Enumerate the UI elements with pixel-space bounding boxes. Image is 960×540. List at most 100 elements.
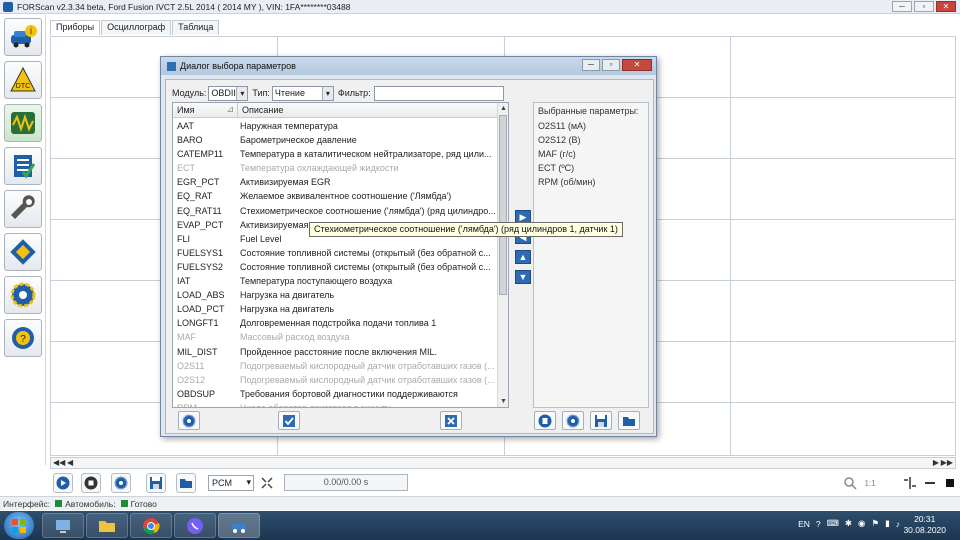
maximize-button[interactable]: ▫ <box>914 1 934 12</box>
tab-table[interactable]: Таблица <box>172 20 220 35</box>
sidebar-item-config[interactable] <box>4 233 42 271</box>
sidebar-item-settings[interactable] <box>4 276 42 314</box>
network-tray-icon[interactable]: ▮ <box>885 518 890 529</box>
parameter-row[interactable]: ECT Температура охлаждающей жидкости <box>173 161 498 175</box>
parameter-row[interactable]: MIL_DIST Пройденное расстояние после вклю… <box>173 345 498 359</box>
clock[interactable]: 20:31 30.08.2020 <box>903 514 946 536</box>
selected-item[interactable]: O2S11 (мА) <box>538 119 644 133</box>
fit-button[interactable] <box>257 473 277 493</box>
move-up-button[interactable]: ▲ <box>515 250 531 264</box>
column-desc-header[interactable]: Описание <box>238 103 287 117</box>
selected-item[interactable]: MAF (г/с) <box>538 147 644 161</box>
sidebar: i DTC ? <box>0 15 46 465</box>
scroll-up-icon[interactable]: ▲ <box>498 103 508 114</box>
dialog-minimize-button[interactable]: ─ <box>582 59 600 71</box>
settings-button[interactable] <box>111 473 131 493</box>
cancel-button[interactable] <box>440 411 462 430</box>
taskbar-forscan[interactable] <box>218 513 260 538</box>
parameter-row[interactable]: EGR_PCT Активизируемая EGR <box>173 175 498 189</box>
gear-icon <box>10 282 36 308</box>
open-selection-button[interactable] <box>618 411 640 430</box>
selected-settings-button[interactable] <box>562 411 584 430</box>
selected-item[interactable]: O2S12 (В) <box>538 133 644 147</box>
delete-all-button[interactable] <box>534 411 556 430</box>
save-selection-button[interactable] <box>590 411 612 430</box>
stop-button[interactable] <box>81 473 101 493</box>
dialog-maximize-button[interactable]: ▫ <box>602 59 620 71</box>
scroll-down-icon[interactable]: ▼ <box>498 396 508 407</box>
parameter-row[interactable]: BARO Барометрическое давление <box>173 133 498 147</box>
parameter-row[interactable]: O2S12 Подогреваемый кислородный датчик от… <box>173 373 498 387</box>
app-tray-icon[interactable]: ◉ <box>858 518 865 529</box>
sidebar-item-tests[interactable] <box>4 147 42 185</box>
parameter-row[interactable]: OBDSUP Требования бортовой диагностики по… <box>173 387 498 401</box>
scroll-last-icon[interactable]: ▶▶ <box>941 458 953 468</box>
timeline-scrollbar[interactable]: ◀◀ ◀ ▶ ▶▶ <box>50 457 956 469</box>
keyboard-tray-icon[interactable]: ⌨ <box>827 518 839 529</box>
taskbar-chrome[interactable] <box>130 513 172 538</box>
parameter-name: MAF <box>177 332 196 343</box>
play-button[interactable] <box>53 473 73 493</box>
column-name-header[interactable]: Имя ⊿ <box>173 103 238 117</box>
tab-oscilloscope[interactable]: Осциллограф <box>101 20 172 35</box>
minimize-button[interactable]: ─ <box>892 1 912 12</box>
close-button[interactable]: ✕ <box>936 1 956 12</box>
square-button[interactable] <box>940 473 960 493</box>
taskbar-viber[interactable] <box>174 513 216 538</box>
tab-gauges[interactable]: Приборы <box>50 20 101 35</box>
type-combo[interactable]: Чтение ▾ <box>271 85 334 101</box>
scroll-thumb[interactable] <box>499 115 507 295</box>
sidebar-item-info[interactable]: i <box>4 18 42 56</box>
move-down-button[interactable]: ▼ <box>515 270 531 284</box>
sidebar-item-oscilloscope[interactable] <box>4 104 42 142</box>
sidebar-item-help[interactable]: ? <box>4 319 42 357</box>
list-scrollbar[interactable]: ▲ ▼ <box>497 103 508 407</box>
window-titlebar: FORScan v2.3.34 beta, Ford Fusion IVCT 2… <box>0 0 960 14</box>
selected-item[interactable]: ECT (ºC) <box>538 161 644 175</box>
module-select[interactable]: PCM <box>208 475 254 491</box>
bluetooth-tray-icon[interactable]: ✱ <box>845 518 852 529</box>
dialog-close-button[interactable]: ✕ <box>622 59 652 71</box>
scroll-first-icon[interactable]: ◀◀ <box>53 458 65 468</box>
parameter-row[interactable]: MAF Массовый расход воздуха <box>173 330 498 344</box>
sidebar-item-service[interactable] <box>4 190 42 228</box>
scroll-left-icon[interactable]: ◀ <box>67 458 73 468</box>
parameter-row[interactable]: AAT Наружная температура <box>173 119 498 133</box>
main-tabs: Приборы Осциллограф Таблица <box>50 20 220 35</box>
parameter-row[interactable]: FUELSYS2 Состояние топливной системы (отк… <box>173 260 498 274</box>
parameter-list[interactable]: Имя ⊿ Описание AAT Наружная температура BAR… <box>172 102 509 408</box>
module-combo[interactable]: OBDII ▾ <box>208 85 249 101</box>
help-tray-icon[interactable]: ? <box>816 519 821 529</box>
scroll-right-icon[interactable]: ▶ <box>933 458 939 468</box>
type-value: Чтение <box>274 87 305 98</box>
filter-input[interactable] <box>373 85 504 101</box>
parameter-row[interactable]: LONGFT1 Долговременная подстройка подачи … <box>173 316 498 330</box>
parameter-row[interactable]: EQ_RAT Желаемое эквивалентное соотношение… <box>173 189 498 203</box>
selected-parameters-panel[interactable]: Выбранные параметры: O2S11 (мА) O2S12 (В… <box>533 102 649 408</box>
parameter-row[interactable]: CATEMP11 Температура в каталитическом ней… <box>173 147 498 161</box>
flag-tray-icon[interactable]: ⚑ <box>871 518 879 529</box>
parameter-row[interactable]: LOAD_PCT Нагрузка на двигатель <box>173 302 498 316</box>
parameter-row[interactable]: O2S11 Подогреваемый кислородный датчик от… <box>173 359 498 373</box>
selected-item[interactable]: RPM (об/мин) <box>538 175 644 189</box>
parameter-row[interactable]: FUELSYS1 Состояние топливной системы (отк… <box>173 246 498 260</box>
volume-tray-icon[interactable]: ♪ <box>896 519 900 529</box>
save-button[interactable] <box>146 473 166 493</box>
taskbar-explorer[interactable] <box>42 513 84 538</box>
layout-button[interactable] <box>900 473 920 493</box>
zoom-reset-button[interactable]: 1:1 <box>860 473 880 493</box>
minimize-gauge-button[interactable] <box>920 473 940 493</box>
ok-button[interactable] <box>278 411 300 430</box>
start-button[interactable] <box>4 512 34 539</box>
parameter-row[interactable]: EQ_RAT11 Стехиометрическое соотношение ('… <box>173 204 498 218</box>
taskbar-folder[interactable] <box>86 513 128 538</box>
dialog-settings-button[interactable] <box>178 411 200 430</box>
parameter-row[interactable]: LOAD_ABS Нагрузка на двигатель <box>173 288 498 302</box>
parameter-row[interactable]: RPM Число оборотов двигателя в минуту <box>173 401 498 407</box>
language-indicator[interactable]: EN <box>798 519 810 529</box>
sidebar-item-dtc[interactable]: DTC <box>4 61 42 99</box>
open-button[interactable] <box>176 473 196 493</box>
parameter-row[interactable]: IAT Температура поступающего воздуха <box>173 274 498 288</box>
zoom-in-button[interactable] <box>840 473 860 493</box>
system-tray: EN ? ⌨ ✱ ◉ ⚑ ▮ ♪ <box>798 518 900 529</box>
